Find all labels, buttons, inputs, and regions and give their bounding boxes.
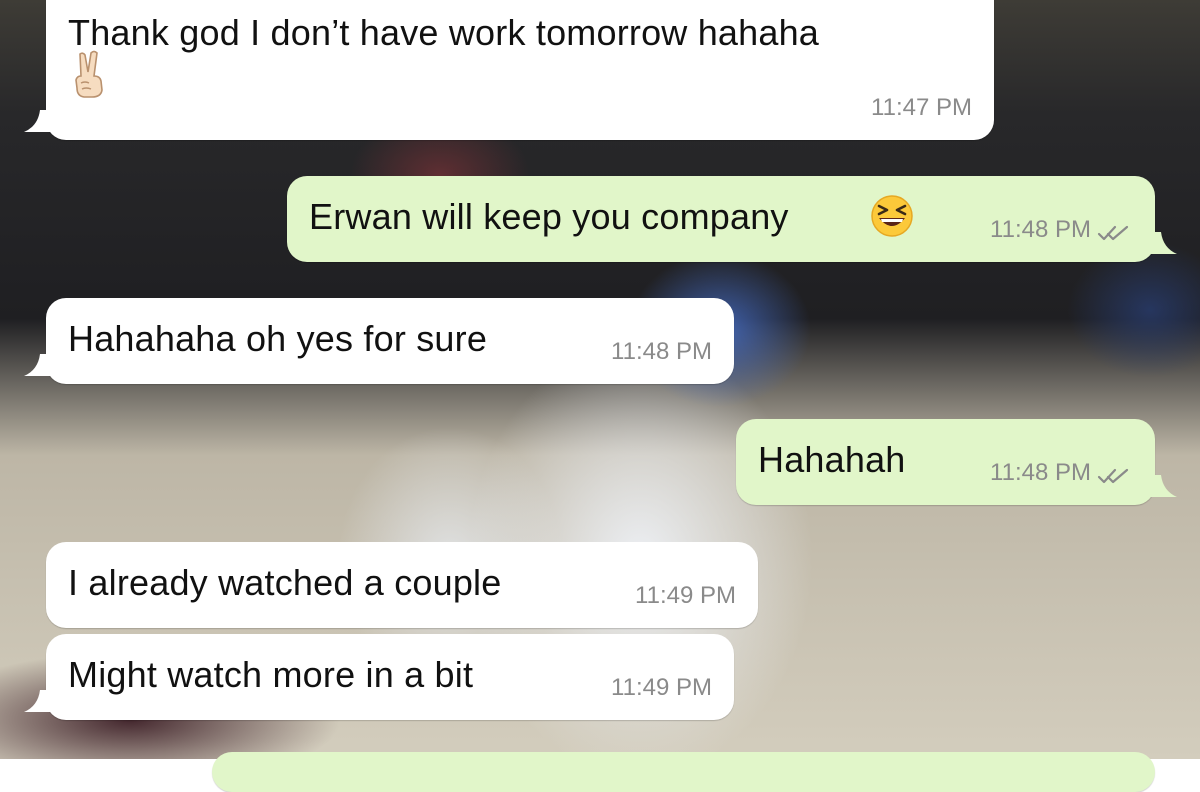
message-timestamp: 11:48 PM	[990, 459, 1091, 486]
message-bubble-incoming[interactable]: Thank god I don’t have work tomorrow hah…	[24, 0, 994, 140]
message-bubble-outgoing[interactable]: Erwan will keep you company 11:48 PM	[287, 176, 1177, 262]
victory-hand-emoji-icon	[75, 50, 103, 98]
message-timestamp: 11:47 PM	[871, 94, 972, 121]
message-timestamp: 11:48 PM	[611, 338, 712, 365]
message-text: Thank god I don’t have work tomorrow hah…	[68, 12, 820, 53]
bubble-tail	[24, 690, 54, 712]
bubble-background	[212, 752, 1155, 792]
grinning-squinting-face-emoji-icon	[871, 195, 913, 237]
message-bubble-incoming[interactable]: Hahahaha oh yes for sure 11:48 PM	[24, 298, 734, 384]
bubble-tail	[1147, 232, 1177, 254]
message-bubble-outgoing-partial[interactable]	[212, 752, 1155, 792]
message-text: Erwan will keep you company	[309, 196, 789, 237]
message-timestamp: 11:49 PM	[611, 674, 712, 701]
bubble-tail	[24, 110, 54, 132]
message-text: Hahahaha oh yes for sure	[68, 318, 488, 359]
message-bubble-outgoing[interactable]: Hahahah 11:48 PM	[736, 419, 1177, 505]
message-text: Might watch more in a bit	[68, 654, 474, 695]
message-bubble-incoming[interactable]: Might watch more in a bit 11:49 PM	[24, 634, 734, 720]
message-timestamp: 11:49 PM	[635, 582, 736, 609]
bubble-tail	[24, 354, 54, 376]
bubble-tail	[1147, 475, 1177, 497]
read-receipt-double-check-icon	[1097, 468, 1129, 484]
message-bubble-incoming[interactable]: I already watched a couple 11:49 PM	[46, 542, 758, 628]
read-receipt-double-check-icon	[1097, 225, 1129, 241]
message-text: Hahahah	[758, 439, 906, 480]
message-timestamp: 11:48 PM	[990, 216, 1091, 243]
message-text: I already watched a couple	[68, 562, 502, 603]
